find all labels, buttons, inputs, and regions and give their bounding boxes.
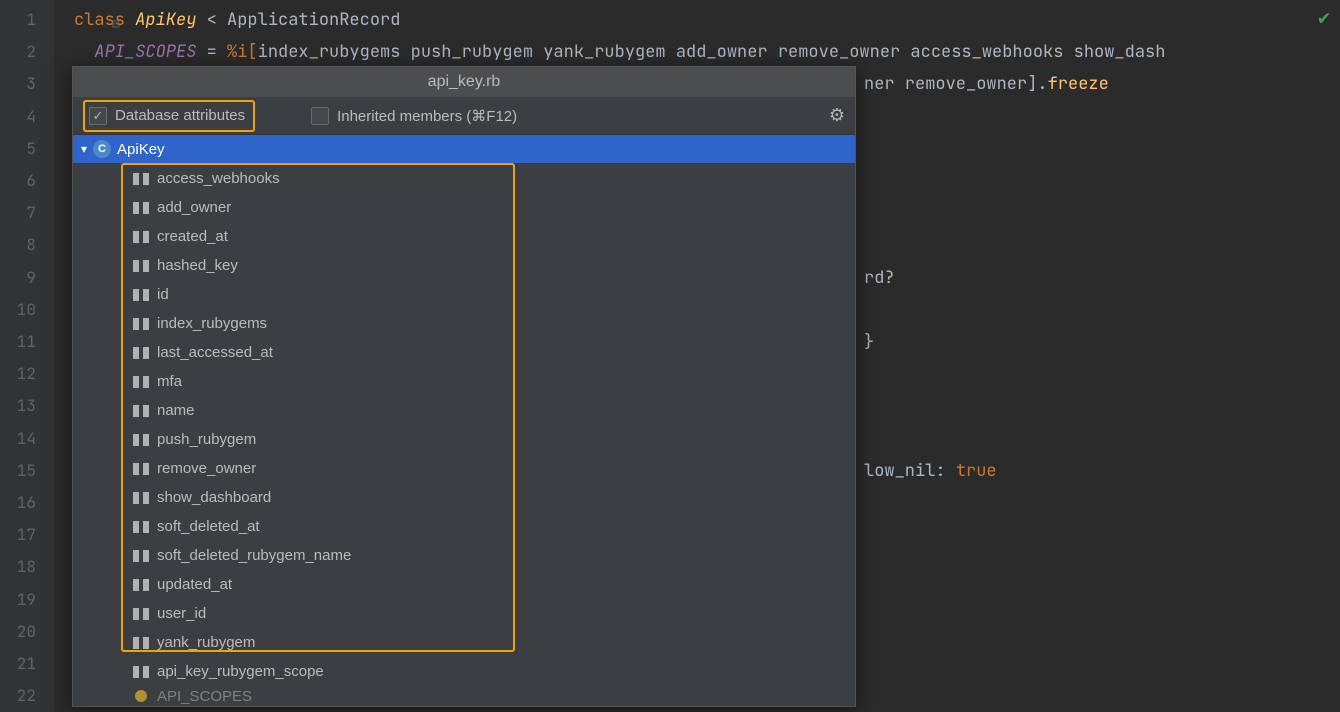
db-column-icon (133, 346, 149, 360)
db-column-icon (133, 549, 149, 563)
line-number: 11 (0, 326, 36, 358)
line-number: 1 (0, 4, 36, 36)
db-attribute-item[interactable]: api_key_rubygem_scope (73, 657, 855, 686)
line-number: 10 (0, 294, 36, 326)
line-number: 17 (0, 519, 36, 551)
db-column-icon (133, 404, 149, 418)
db-attribute-label: user_id (157, 605, 206, 622)
structure-popup: api_key.rb Database attributes Inherited… (72, 66, 856, 707)
db-attribute-item[interactable]: created_at (73, 222, 855, 251)
db-column-icon (133, 317, 149, 331)
class-icon: C (93, 140, 111, 158)
tree-root-label: ApiKey (117, 141, 165, 158)
db-column-icon (133, 665, 149, 679)
line-gutter: 12345678910111213141516171819202122 (0, 0, 54, 712)
db-attribute-item[interactable]: add_owner (73, 193, 855, 222)
db-attribute-label: remove_owner (157, 460, 256, 477)
line-number: 3 (0, 68, 36, 100)
db-attribute-label: show_dashboard (157, 489, 271, 506)
db-attribute-label: soft_deleted_at (157, 518, 260, 535)
db-attribute-item[interactable]: user_id (73, 599, 855, 628)
db-attribute-label: created_at (157, 228, 228, 245)
db-column-icon (133, 520, 149, 534)
db-attribute-label: hashed_key (157, 257, 238, 274)
line-number: 22 (0, 680, 36, 712)
line-number: 12 (0, 358, 36, 390)
db-attribute-item[interactable]: soft_deleted_at (73, 512, 855, 541)
line-number: 7 (0, 197, 36, 229)
line-number: 21 (0, 648, 36, 680)
line-number: 4 (0, 101, 36, 133)
db-attribute-item[interactable]: remove_owner (73, 454, 855, 483)
line-number: 20 (0, 616, 36, 648)
db-column-icon (133, 172, 149, 186)
checkbox-icon[interactable] (89, 107, 107, 125)
line-number: 2 (0, 36, 36, 68)
db-attribute-item[interactable]: hashed_key (73, 251, 855, 280)
db-attribute-item[interactable]: push_rubygem (73, 425, 855, 454)
keyword: class (74, 9, 135, 31)
truncated-item[interactable]: API_SCOPES (73, 686, 855, 706)
db-attribute-item[interactable]: access_webhooks (73, 164, 855, 193)
db-attribute-item[interactable]: index_rubygems (73, 309, 855, 338)
popup-toolbar: Database attributes Inherited members (⌘… (73, 97, 855, 135)
db-attribute-label: soft_deleted_rubygem_name (157, 547, 351, 564)
db-attribute-item[interactable]: last_accessed_at (73, 338, 855, 367)
chevron-down-icon[interactable]: ▾ (81, 142, 87, 156)
db-attribute-label: access_webhooks (157, 170, 280, 187)
db-attribute-item[interactable]: updated_at (73, 570, 855, 599)
db-attribute-item[interactable]: id (73, 280, 855, 309)
db-attribute-label: mfa (157, 373, 182, 390)
db-attribute-label: id (157, 286, 169, 303)
line-number: 9 (0, 262, 36, 294)
line-number: 16 (0, 487, 36, 519)
line-number: 6 (0, 165, 36, 197)
inherited-members-label: Inherited members (⌘F12) (337, 107, 517, 125)
db-column-icon (133, 375, 149, 389)
db-attribute-label: add_owner (157, 199, 231, 216)
database-attributes-label: Database attributes (115, 107, 245, 124)
db-column-icon (133, 288, 149, 302)
constant: API_SCOPES (94, 41, 196, 63)
line-number: 15 (0, 455, 36, 487)
db-attribute-label: index_rubygems (157, 315, 267, 332)
db-attribute-label: last_accessed_at (157, 344, 273, 361)
db-attribute-label: push_rubygem (157, 431, 256, 448)
db-attribute-item[interactable]: mfa (73, 367, 855, 396)
db-attribute-label: updated_at (157, 576, 232, 593)
popup-title: api_key.rb (73, 67, 855, 97)
line-number: 8 (0, 229, 36, 261)
line-number: 5 (0, 133, 36, 165)
db-column-icon (133, 607, 149, 621)
inherited-members-toggle[interactable]: Inherited members (⌘F12) (311, 107, 517, 125)
line-number: 14 (0, 423, 36, 455)
db-column-icon (133, 636, 149, 650)
db-column-icon (133, 462, 149, 476)
line-number: 19 (0, 584, 36, 616)
gear-icon[interactable]: ⚙ (829, 105, 845, 126)
db-column-icon (133, 491, 149, 505)
superclass: ApplicationRecord (227, 9, 400, 31)
line-number: 13 (0, 390, 36, 422)
db-attribute-item[interactable]: soft_deleted_rubygem_name (73, 541, 855, 570)
db-column-icon (133, 578, 149, 592)
class-name: ApiKey (135, 9, 196, 31)
db-column-icon (133, 230, 149, 244)
db-attribute-label: name (157, 402, 195, 419)
line-number: 18 (0, 551, 36, 583)
database-attributes-toggle[interactable]: Database attributes (83, 100, 255, 132)
db-column-icon (133, 201, 149, 215)
fold-icon[interactable]: ⊟ (112, 8, 120, 40)
db-column-icon (133, 433, 149, 447)
db-attribute-item[interactable]: yank_rubygem (73, 628, 855, 657)
inspection-ok-icon[interactable]: ✔ (1318, 4, 1330, 30)
db-column-icon (133, 259, 149, 273)
checkbox-icon[interactable] (311, 107, 329, 125)
db-attribute-label: yank_rubygem (157, 634, 255, 651)
db-attribute-item[interactable]: name (73, 396, 855, 425)
tree-root-apikey[interactable]: ▾ C ApiKey (73, 135, 855, 163)
db-attribute-label: api_key_rubygem_scope (157, 663, 324, 680)
db-attribute-item[interactable]: show_dashboard (73, 483, 855, 512)
